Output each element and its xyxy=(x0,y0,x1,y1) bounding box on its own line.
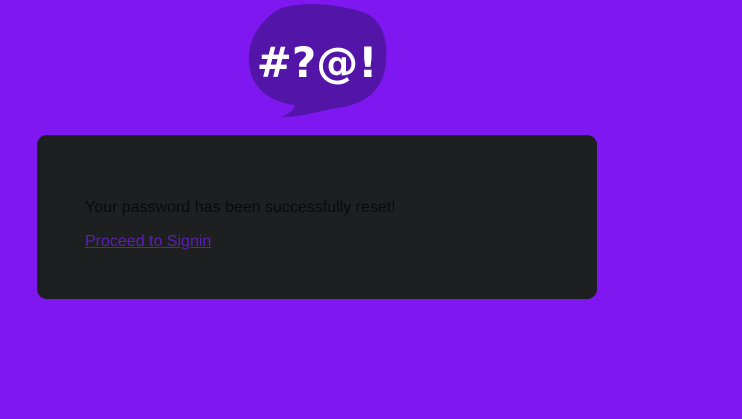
speech-bubble-icon: #?@! xyxy=(248,4,387,117)
proceed-to-signin-link[interactable]: Proceed to Signin xyxy=(85,233,211,251)
app-logo: #?@! xyxy=(247,3,389,121)
reset-success-page: #?@! Your password has been successfully… xyxy=(0,0,742,419)
success-message: Your password has been successfully rese… xyxy=(85,199,396,216)
reset-success-card: Your password has been successfully rese… xyxy=(37,135,597,299)
logo-text: #?@! xyxy=(257,38,378,87)
